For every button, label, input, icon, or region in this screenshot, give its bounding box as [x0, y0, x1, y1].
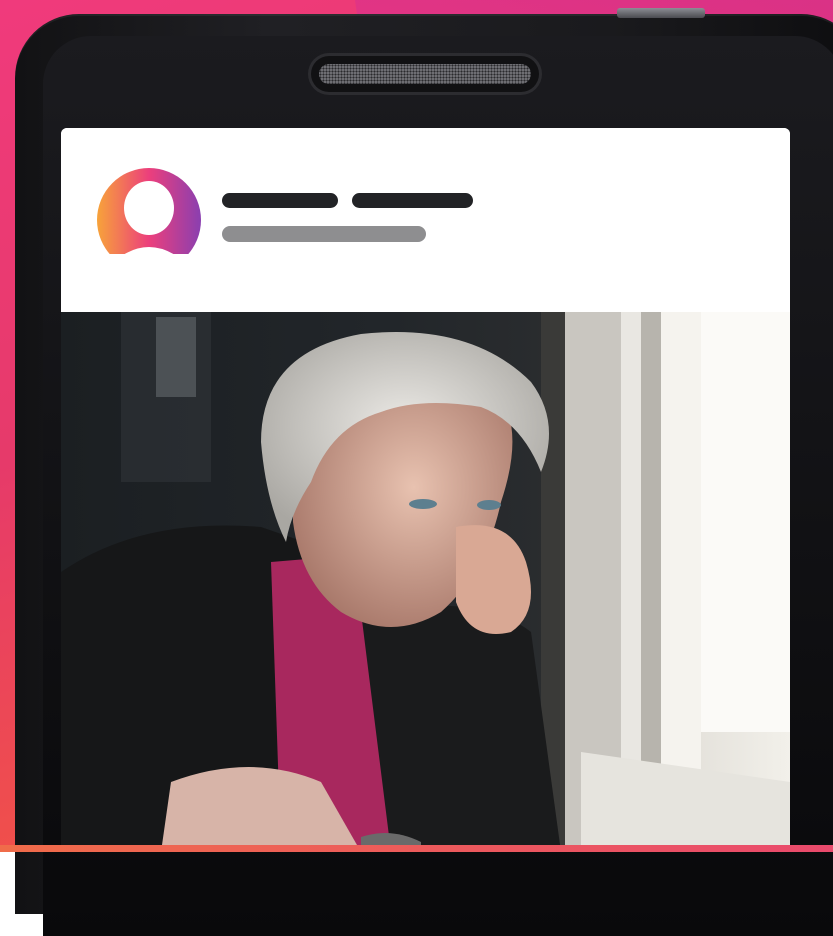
post-photo[interactable]: [61, 312, 790, 852]
phone-screen: [61, 128, 790, 852]
author-meta-bar: [222, 226, 426, 242]
author-surname-bar[interactable]: [352, 193, 473, 208]
author-name-bar[interactable]: [222, 193, 338, 208]
phone-side-button: [617, 8, 705, 18]
speaker-grill-icon: [319, 64, 531, 84]
post-header: [61, 128, 790, 312]
phone-speaker: [311, 56, 539, 92]
user-avatar-icon[interactable]: [97, 168, 201, 272]
bottom-gradient-strip: [0, 845, 833, 852]
